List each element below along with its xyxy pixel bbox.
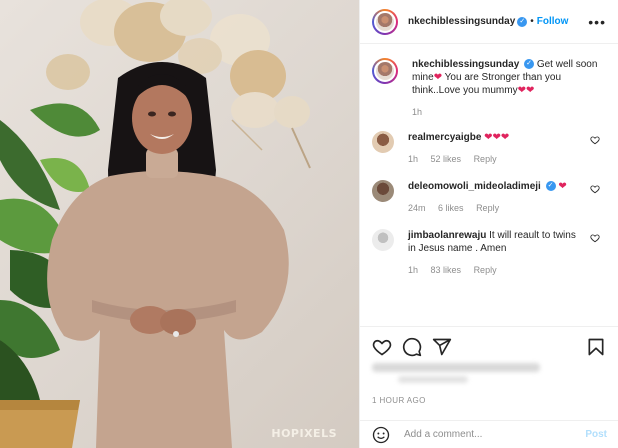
save-bookmark-icon[interactable] xyxy=(586,337,606,357)
caption-text: nkechiblessingsunday ✓ Get well soon min… xyxy=(412,58,606,97)
instagram-post: HOPIXELS nkechiblessingsunday ✓ • Follow… xyxy=(0,0,618,448)
verified-badge-icon: ✓ xyxy=(545,181,556,192)
post-comment-button[interactable]: Post xyxy=(585,429,607,440)
reply-button[interactable]: Reply xyxy=(474,154,497,164)
comment-row: realmercyaigbe ❤❤❤ 1h 52 likes Reply xyxy=(372,131,606,166)
verified-badge-icon: ✓ xyxy=(524,59,535,70)
post-timestamp[interactable]: 1 HOUR AGO xyxy=(372,396,426,405)
photo-illustration xyxy=(0,0,311,448)
comment-meta: 24m 6 likes Reply xyxy=(408,202,582,215)
comments-list: nkechiblessingsunday ✓ Get well soon min… xyxy=(360,44,618,277)
separator-dot: • xyxy=(530,16,534,27)
comment-row: deleomowoli_mideoladimeji ✓ ❤ 24m 6 like… xyxy=(372,180,606,215)
comment-likes[interactable]: 83 likes xyxy=(431,265,462,275)
more-horizontal-icon[interactable]: ••• xyxy=(588,14,606,30)
add-comment-input[interactable] xyxy=(402,428,576,441)
watermark-text: HOPIXELS xyxy=(271,427,337,440)
liked-by-blurred xyxy=(372,363,552,387)
commenter-avatar[interactable] xyxy=(372,229,394,251)
heart-emoji-icon: ❤ xyxy=(433,72,443,83)
comment-username[interactable]: deleomowoli_mideoladimeji xyxy=(408,181,541,192)
caption-meta: 1h xyxy=(412,106,606,119)
heart-emoji-icon: ❤❤❤ xyxy=(484,132,510,143)
comment-text: deleomowoli_mideoladimeji ✓ ❤ xyxy=(408,180,582,193)
comment-time[interactable]: 1h xyxy=(408,265,418,275)
commenter-avatar[interactable] xyxy=(372,131,394,153)
comment-meta: 1h 83 likes Reply xyxy=(408,264,582,277)
comment-time[interactable]: 1h xyxy=(408,154,418,164)
like-icon[interactable] xyxy=(372,337,392,357)
caption-username[interactable]: nkechiblessingsunday xyxy=(412,59,519,70)
reply-button[interactable]: Reply xyxy=(476,203,499,213)
caption-row: nkechiblessingsunday ✓ Get well soon min… xyxy=(372,58,606,119)
comment-username[interactable]: jimbaolanrewaju xyxy=(408,230,486,241)
comment-time[interactable]: 24m xyxy=(408,203,426,213)
comment-icon[interactable] xyxy=(402,337,422,357)
author-avatar[interactable] xyxy=(372,8,398,35)
post-actions-bar xyxy=(360,326,618,366)
comment-username[interactable]: realmercyaigbe xyxy=(408,132,481,143)
comment-likes[interactable]: 6 likes xyxy=(438,203,464,213)
comment-text: jimbaolanrewaju It will reault to twins … xyxy=(408,229,582,255)
post-sidebar: nkechiblessingsunday ✓ • Follow ••• nkec… xyxy=(359,0,618,448)
add-comment-bar: Post xyxy=(360,420,618,448)
caption-time[interactable]: 1h xyxy=(412,107,422,117)
reply-button[interactable]: Reply xyxy=(474,265,497,275)
like-comment-icon[interactable] xyxy=(590,184,600,194)
like-comment-icon[interactable] xyxy=(590,233,600,243)
author-username[interactable]: nkechiblessingsunday xyxy=(408,16,515,27)
share-icon[interactable] xyxy=(432,337,452,357)
heart-emoji-icon: ❤ xyxy=(558,181,567,192)
commenter-avatar[interactable] xyxy=(372,180,394,202)
comment-text: realmercyaigbe ❤❤❤ xyxy=(408,131,582,144)
verified-badge-icon: ✓ xyxy=(517,16,528,27)
post-header: nkechiblessingsunday ✓ • Follow ••• xyxy=(360,0,618,44)
like-comment-icon[interactable] xyxy=(590,135,600,145)
comment-row: jimbaolanrewaju It will reault to twins … xyxy=(372,229,606,277)
post-photo[interactable]: HOPIXELS xyxy=(0,0,359,448)
emoji-icon[interactable] xyxy=(372,426,390,444)
heart-emoji-icon: ❤❤ xyxy=(517,85,535,96)
comment-meta: 1h 52 likes Reply xyxy=(408,153,582,166)
author-avatar[interactable] xyxy=(372,58,398,84)
follow-button[interactable]: Follow xyxy=(537,16,569,27)
comment-likes[interactable]: 52 likes xyxy=(431,154,462,164)
